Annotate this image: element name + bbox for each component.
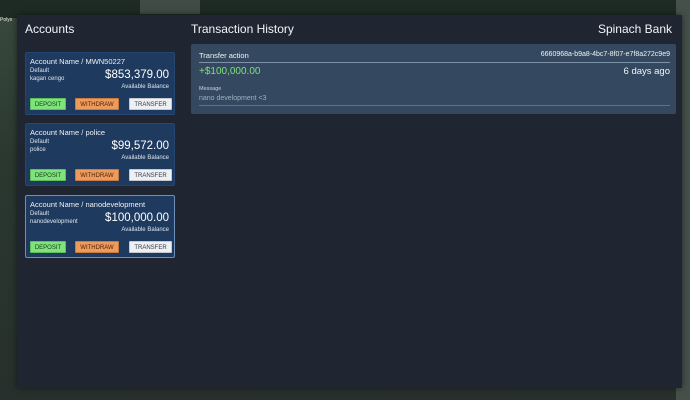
game-background-object [140, 0, 200, 14]
transfer-button[interactable]: TRANSFER [129, 98, 172, 110]
account-owner: kagan cengo [30, 76, 65, 82]
world-label: Polys [0, 17, 13, 23]
withdraw-button[interactable]: WITHDRAW [75, 98, 119, 110]
account-balance: $853,379.00 [105, 69, 169, 81]
account-owner: police [30, 147, 46, 153]
bank-name: Spinach Bank [597, 22, 672, 36]
account-card-mwn50227[interactable]: Account Name / MWN50227 Default kagan ce… [25, 52, 175, 115]
account-card-nanodevelopment[interactable]: Account Name / nanodevelopment Default n… [25, 195, 175, 258]
account-name: Account Name / police [30, 128, 106, 137]
withdraw-button[interactable]: WITHDRAW [75, 169, 119, 181]
deposit-button[interactable]: DEPOSIT [30, 241, 66, 253]
account-balance: $100,000.00 [105, 212, 169, 224]
transaction-message: nano development <3 [199, 95, 267, 102]
transaction-id: 6660968a-b9a8-4bc7-8f07-e7f8a272c9e9 [540, 51, 670, 58]
account-balance: $99,572.00 [111, 140, 169, 152]
message-label: Message [199, 86, 222, 92]
accounts-title: Accounts [25, 22, 75, 36]
account-type: Default [30, 68, 50, 74]
withdraw-button[interactable]: WITHDRAW [75, 241, 119, 253]
transaction-amount: +$100,000.00 [199, 66, 261, 77]
transaction-divider [199, 62, 670, 63]
available-balance-label: Available Balance [121, 227, 169, 233]
transfer-button[interactable]: TRANSFER [129, 169, 172, 181]
transaction-card: Transfer action 6660968a-b9a8-4bc7-8f07-… [191, 44, 676, 114]
bank-app-window: Accounts Transaction History Spinach Ban… [17, 15, 682, 388]
transaction-action: Transfer action [199, 51, 249, 60]
account-owner: nanodevelopment [30, 219, 78, 225]
transfer-button[interactable]: TRANSFER [129, 241, 172, 253]
deposit-button[interactable]: DEPOSIT [30, 98, 66, 110]
transaction-time: 6 days ago [623, 66, 670, 77]
available-balance-label: Available Balance [121, 84, 169, 90]
message-underline [199, 105, 670, 106]
transaction-history-title: Transaction History [191, 22, 294, 36]
account-type: Default [30, 211, 50, 217]
account-card-police[interactable]: Account Name / police Default police $99… [25, 123, 175, 186]
account-name: Account Name / MWN50227 [30, 57, 126, 66]
account-type: Default [30, 139, 50, 145]
deposit-button[interactable]: DEPOSIT [30, 169, 66, 181]
account-name: Account Name / nanodevelopment [30, 200, 146, 209]
available-balance-label: Available Balance [121, 155, 169, 161]
